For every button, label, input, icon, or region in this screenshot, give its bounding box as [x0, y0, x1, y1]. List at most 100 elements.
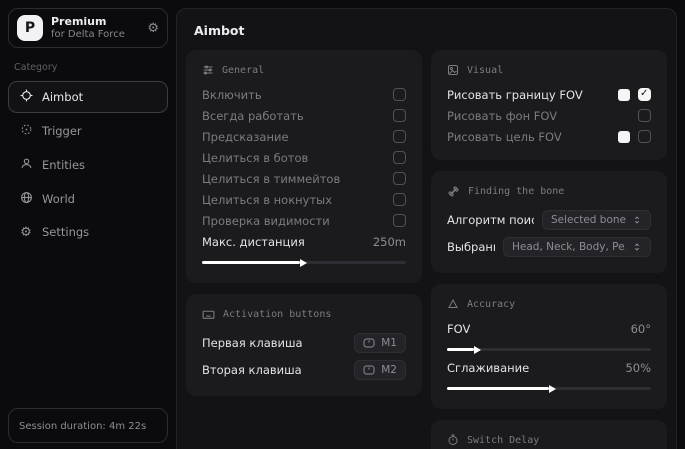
smoothing-slider[interactable] — [447, 387, 651, 390]
sidebar-item-label: Settings — [42, 225, 89, 239]
selected-bones-select[interactable]: Head, Neck, Body, Pe... — [503, 237, 651, 257]
toggle-label: Всегда работать — [202, 109, 304, 123]
visual-row: Рисовать фон FOV — [447, 105, 651, 126]
sidebar-item-trigger[interactable]: Trigger — [8, 115, 168, 147]
session-duration: Session duration: 4m 22s — [8, 408, 168, 443]
toggle-row: Целиться в тиммейтов — [202, 168, 406, 189]
unfold-icon — [632, 215, 642, 225]
brand-card: P Premium for Delta Force ⚙ — [8, 8, 168, 48]
mouse-icon — [363, 365, 375, 375]
second-key-button[interactable]: M2 — [354, 360, 406, 380]
sidebar-nav: Aimbot Trigger Entities World ⚙ Settings — [8, 81, 168, 247]
visual-icon — [447, 64, 459, 76]
accuracy-header: Accuracy — [447, 298, 651, 310]
draw-fov-target-checkbox[interactable] — [638, 130, 651, 143]
bone-label: Выбранные кости — [447, 240, 495, 254]
enable-checkbox[interactable] — [393, 88, 406, 101]
bone-label: Алгоритм поиска кости — [447, 213, 534, 227]
visual-row: Рисовать границу FOV — [447, 84, 651, 105]
settings-gear-icon: ⚙ — [19, 226, 33, 239]
slider-value: 250m — [373, 235, 406, 249]
sidebar: P Premium for Delta Force ⚙ Category Aim… — [0, 0, 176, 449]
sidebar-item-label: Entities — [42, 158, 85, 172]
sidebar-item-label: Aimbot — [42, 90, 83, 104]
toggle-label: Включить — [202, 88, 262, 102]
target-knocked-checkbox[interactable] — [393, 193, 406, 206]
bone-row: Алгоритм поиска кости Selected bone — [447, 206, 651, 233]
slider-row: FOV 60° — [447, 318, 651, 339]
sidebar-item-entities[interactable]: Entities — [8, 149, 168, 181]
toggle-label: Целиться в нокнутых — [202, 193, 332, 207]
general-card: General Включить Всегда работать Предска… — [186, 50, 422, 283]
switch-delay-card: Switch Delay Задержка переключения Задер… — [431, 420, 667, 449]
keyboard-icon — [202, 308, 215, 321]
sliders-icon — [202, 64, 214, 76]
fov-target-color-swatch[interactable] — [618, 131, 630, 143]
slider-value: 50% — [625, 361, 651, 375]
sidebar-item-label: Trigger — [42, 124, 82, 138]
globe-icon — [19, 191, 33, 207]
visual-label: Рисовать границу FOV — [447, 88, 583, 102]
accuracy-card: Accuracy FOV 60° Сглаживание 50% — [431, 284, 667, 409]
activation-header: Activation buttons — [202, 308, 406, 321]
left-column: General Включить Всегда работать Предска… — [186, 50, 422, 396]
right-column: Visual Рисовать границу FOV Рисовать фон… — [431, 50, 667, 449]
slider-value: 60° — [631, 322, 651, 336]
visual-header: Visual — [447, 64, 651, 76]
general-header: General — [202, 64, 406, 76]
toggle-label: Целиться в ботов — [202, 151, 308, 165]
gear-icon[interactable]: ⚙ — [147, 21, 159, 36]
slider-label: Сглаживание — [447, 361, 529, 375]
toggle-label: Проверка видимости — [202, 214, 330, 228]
toggle-row: Предсказание — [202, 126, 406, 147]
visibility-check-checkbox[interactable] — [393, 214, 406, 227]
brand-title: Premium — [51, 15, 139, 29]
sidebar-item-world[interactable]: World — [8, 183, 168, 215]
toggle-label: Предсказание — [202, 130, 289, 144]
bone-algorithm-select[interactable]: Selected bone — [542, 210, 651, 230]
bone-icon — [447, 185, 460, 198]
fov-slider[interactable] — [447, 348, 651, 351]
sidebar-item-label: World — [42, 192, 75, 206]
sidebar-item-aimbot[interactable]: Aimbot — [8, 81, 168, 113]
draw-fov-background-checkbox[interactable] — [638, 109, 651, 122]
keybind-label: Первая клавиша — [202, 336, 303, 350]
visual-label: Рисовать цель FOV — [447, 130, 562, 144]
timer-icon — [447, 434, 459, 446]
target-bots-checkbox[interactable] — [393, 151, 406, 164]
visual-card: Visual Рисовать границу FOV Рисовать фон… — [431, 50, 667, 160]
fov-border-color-swatch[interactable] — [618, 89, 630, 101]
max-distance-slider[interactable] — [202, 261, 406, 264]
slider-row: Сглаживание 50% — [447, 357, 651, 378]
brand-text: Premium for Delta Force — [51, 15, 139, 41]
activation-card: Activation buttons Первая клавиша M1 Вто… — [186, 294, 422, 396]
bone-card: Finding the bone Алгоритм поиска кости S… — [431, 171, 667, 273]
always-work-checkbox[interactable] — [393, 109, 406, 122]
trigger-icon — [19, 123, 33, 139]
toggle-row: Проверка видимости — [202, 210, 406, 231]
toggle-row: Включить — [202, 84, 406, 105]
target-teammates-checkbox[interactable] — [393, 172, 406, 185]
unfold-icon — [632, 242, 642, 252]
keybind-row: Первая клавиша M1 — [202, 329, 406, 356]
visual-row: Рисовать цель FOV — [447, 126, 651, 147]
slider-label: FOV — [447, 322, 470, 336]
main-panel: Aimbot General Включить Всегда работать … — [176, 8, 677, 449]
draw-fov-border-checkbox[interactable] — [638, 88, 651, 101]
category-label: Category — [14, 62, 162, 73]
slider-row: Макс. дистанция 250m — [202, 231, 406, 252]
triangle-icon — [447, 298, 459, 310]
first-key-button[interactable]: M1 — [354, 333, 406, 353]
toggle-label: Целиться в тиммейтов — [202, 172, 340, 186]
keybind-label: Вторая клавиша — [202, 363, 302, 377]
slider-label: Макс. дистанция — [202, 235, 305, 249]
visual-label: Рисовать фон FOV — [447, 109, 557, 123]
keybind-row: Вторая клавиша M2 — [202, 356, 406, 383]
page-title: Aimbot — [194, 23, 667, 38]
toggle-row: Целиться в ботов — [202, 147, 406, 168]
prediction-checkbox[interactable] — [393, 130, 406, 143]
toggle-row: Всегда работать — [202, 105, 406, 126]
sidebar-item-settings[interactable]: ⚙ Settings — [8, 217, 168, 247]
app-logo: P — [17, 15, 43, 41]
toggle-row: Целиться в нокнутых — [202, 189, 406, 210]
